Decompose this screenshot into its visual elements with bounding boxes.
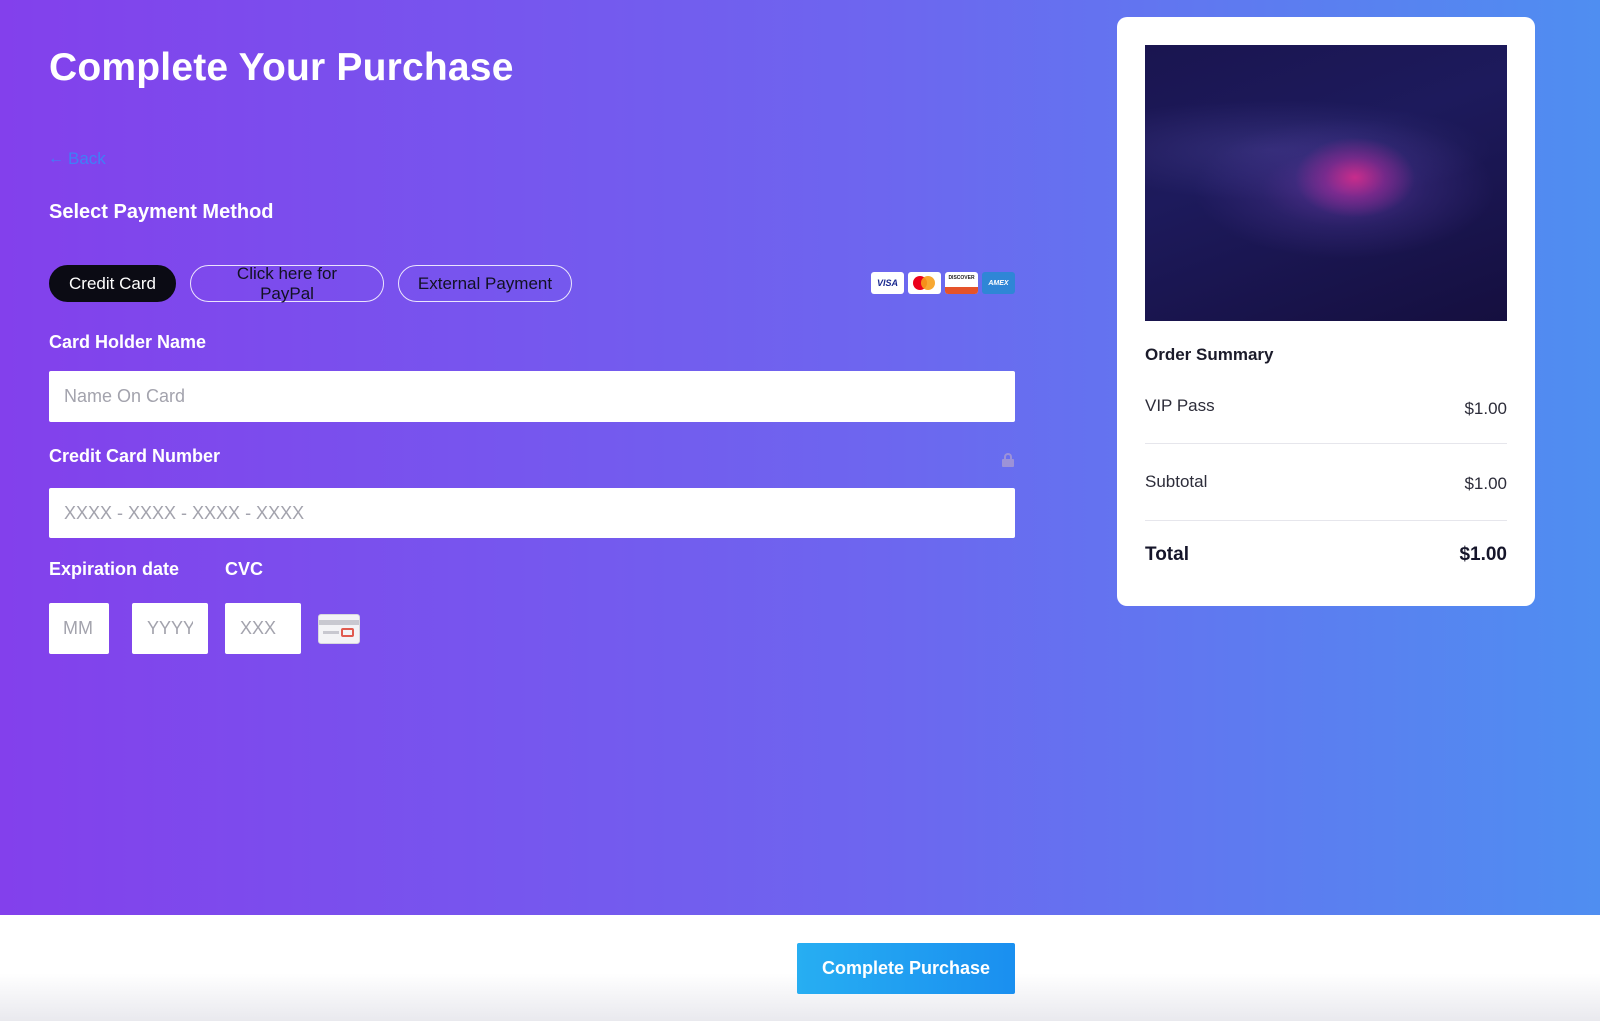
subtotal-label: Subtotal (1145, 472, 1208, 491)
line-item-name: VIP Pass (1145, 396, 1215, 415)
card-holder-label: Card Holder Name (49, 332, 207, 352)
total-value: $1.00 (1459, 544, 1507, 565)
cvc-input[interactable] (225, 603, 301, 654)
visa-icon: VISA (871, 272, 904, 294)
order-summary-title: Order Summary (1145, 345, 1274, 364)
divider (1145, 520, 1507, 521)
product-image (1145, 45, 1507, 321)
subtotal-value: $1.00 (1464, 474, 1507, 493)
expiration-year-input[interactable] (132, 603, 208, 654)
back-link-label: Back (68, 149, 106, 168)
amex-icon: AMEX (982, 272, 1015, 294)
back-link[interactable]: ← Back (48, 149, 106, 169)
mastercard-icon (908, 272, 941, 294)
divider (1145, 443, 1507, 444)
tab-credit-card[interactable]: Credit Card (49, 265, 176, 302)
page-title: Complete Your Purchase (49, 46, 514, 89)
complete-purchase-button[interactable]: Complete Purchase (797, 943, 1015, 994)
payment-method-tabs: Credit Card Click here for PayPal Extern… (49, 264, 572, 303)
total-label: Total (1145, 544, 1189, 565)
tab-external-payment[interactable]: External Payment (398, 265, 572, 302)
card-number-input[interactable] (49, 488, 1015, 538)
lock-icon (1002, 453, 1014, 467)
tab-paypal[interactable]: Click here for PayPal (190, 264, 384, 303)
expiration-label: Expiration date (49, 559, 180, 579)
arrow-left-icon: ← (48, 150, 64, 167)
card-number-label: Credit Card Number (49, 446, 221, 466)
subtotal-row: Subtotal $1.00 (1145, 472, 1507, 494)
cvc-label: CVC (225, 559, 264, 579)
total-row: Total $1.00 (1145, 544, 1507, 566)
card-holder-input[interactable] (49, 371, 1015, 422)
card-cvc-icon (318, 614, 360, 644)
discover-logo-text: DISCOVER (948, 275, 975, 281)
visa-logo-text: VISA (876, 278, 898, 288)
order-summary-card: Order Summary VIP Pass $1.00 Subtotal $1… (1117, 17, 1535, 606)
payment-method-heading: Select Payment Method (49, 201, 274, 223)
discover-icon: DISCOVER (945, 272, 978, 294)
accepted-cards: VISA DISCOVER AMEX (871, 272, 1015, 294)
amex-logo-text: AMEX (988, 279, 1009, 287)
expiration-month-input[interactable] (49, 603, 109, 654)
line-item-row: VIP Pass $1.00 (1145, 396, 1507, 419)
line-item-price: $1.00 (1464, 399, 1507, 418)
